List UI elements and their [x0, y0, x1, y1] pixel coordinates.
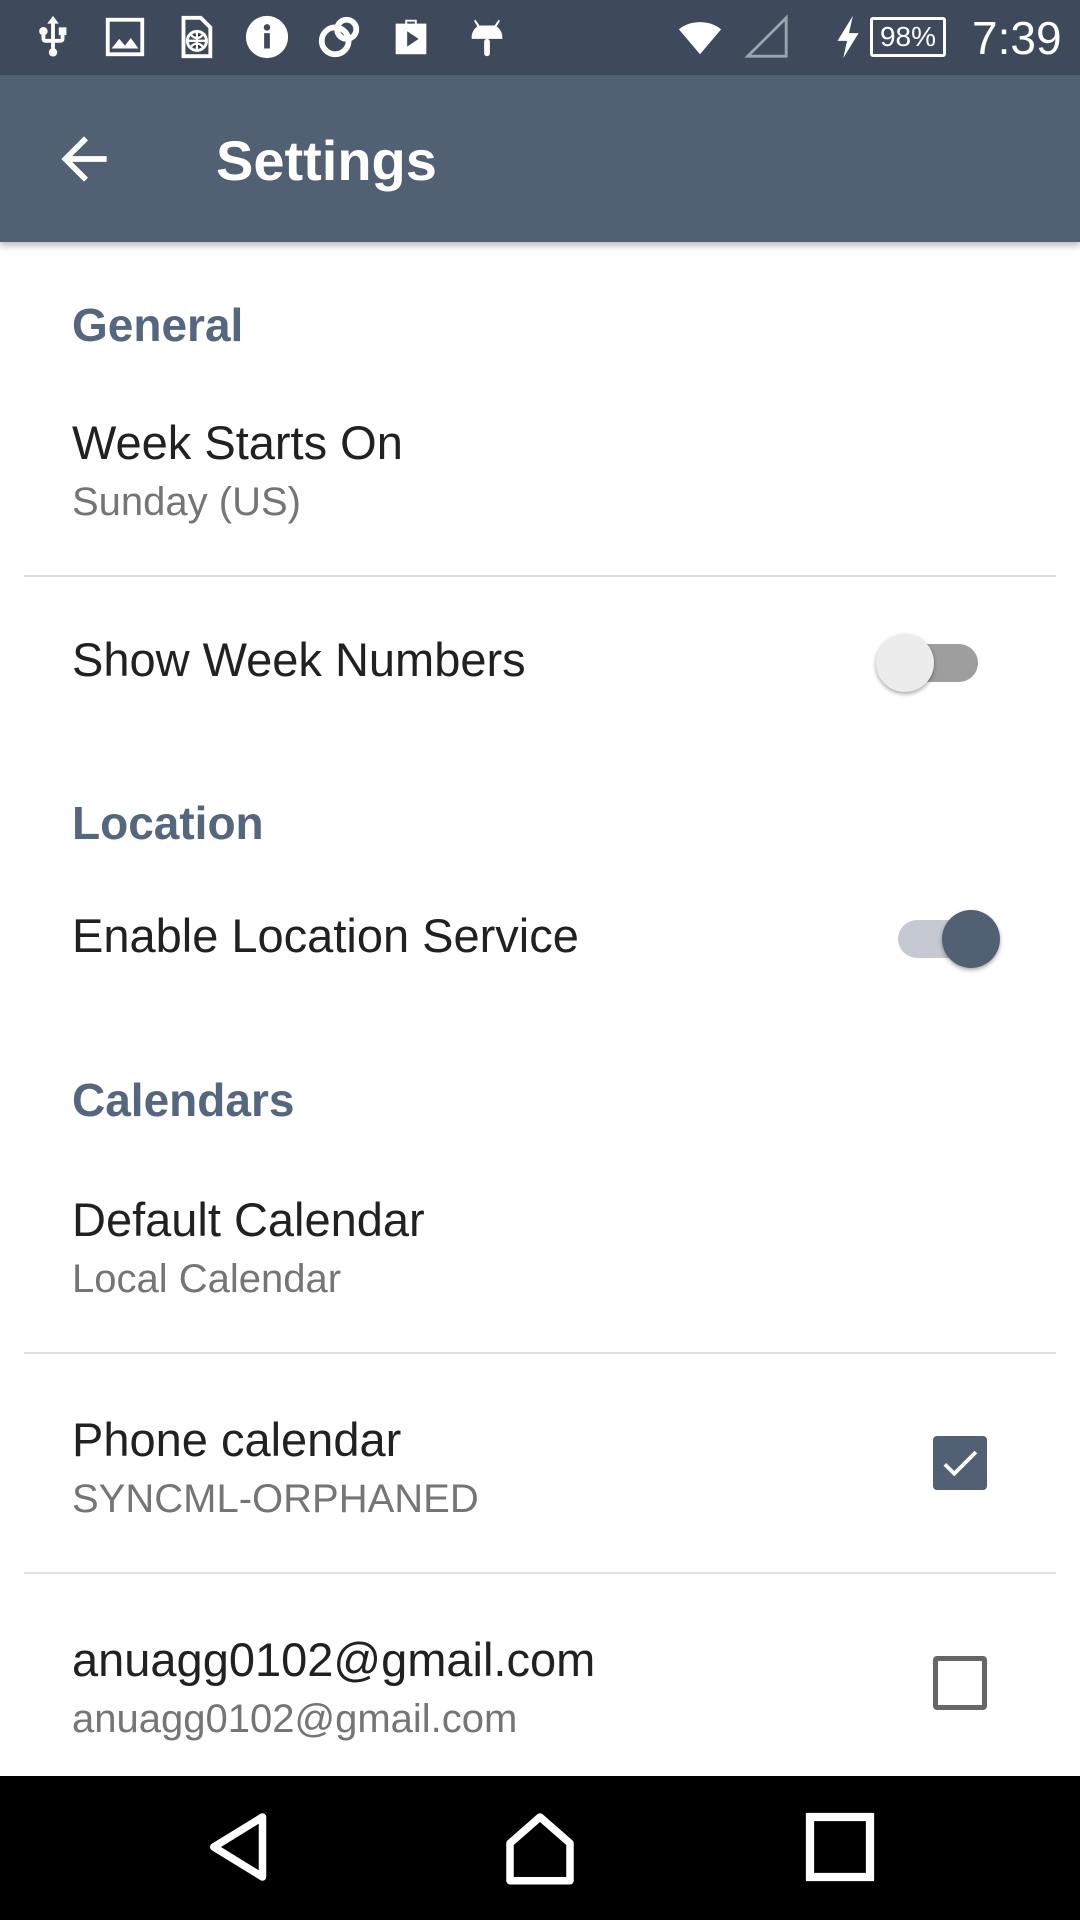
pref-title: anuagg0102@gmail.com [72, 1633, 596, 1686]
nav-back-icon[interactable] [190, 1802, 290, 1892]
switch-thumb [942, 910, 1000, 968]
pref-summary: anuagg0102@gmail.com [72, 1697, 518, 1741]
wifi-icon [678, 22, 722, 55]
pref-gmail-calendar[interactable]: anuagg0102@gmail.com anuagg0102@gmail.co… [0, 1612, 1080, 1772]
divider [24, 575, 1056, 577]
page-title: Settings [216, 129, 437, 192]
charging-icon [837, 15, 859, 59]
pref-title: Week Starts On [72, 416, 403, 469]
battery-icon: 98% [870, 17, 946, 57]
usb-icon [39, 15, 67, 57]
enable-location-switch[interactable] [890, 900, 1000, 970]
pref-summary: Local Calendar [72, 1257, 342, 1301]
sync-icon [318, 16, 360, 58]
android-icon [471, 19, 503, 57]
pref-title: Show Week Numbers [72, 633, 526, 686]
switch-thumb [876, 634, 934, 692]
section-header-general: General [72, 299, 244, 351]
pref-summary: SYNCML-ORPHANED [72, 1477, 479, 1521]
divider [24, 1572, 1056, 1574]
pref-default-calendar[interactable]: Default Calendar Local Calendar [0, 1172, 1080, 1352]
pref-title: Phone calendar [72, 1413, 402, 1466]
nav-home-icon[interactable] [490, 1802, 590, 1892]
app-bar: Settings [0, 75, 1080, 242]
pref-show-week-numbers[interactable]: Show Week Numbers [0, 600, 1080, 720]
battery-level: 98% [879, 21, 937, 52]
sim-globe-icon [181, 15, 213, 59]
pref-enable-location-service[interactable]: Enable Location Service [0, 876, 1080, 996]
show-week-numbers-switch[interactable] [876, 624, 986, 694]
pref-phone-calendar[interactable]: Phone calendar SYNCML-ORPHANED [0, 1392, 1080, 1572]
navigation-bar [0, 1776, 1080, 1920]
section-header-calendars: Calendars [72, 1074, 295, 1126]
divider [24, 1352, 1056, 1354]
pref-title: Default Calendar [72, 1193, 425, 1246]
section-header-location: Location [72, 797, 264, 849]
briefcase-play-icon [395, 19, 427, 55]
info-icon [245, 15, 289, 59]
gmail-calendar-checkbox[interactable] [933, 1656, 987, 1710]
arrow-back-icon[interactable] [50, 125, 118, 193]
phone-calendar-checkbox[interactable] [933, 1436, 987, 1490]
signal-icon [744, 14, 788, 58]
nav-recents-icon[interactable] [790, 1802, 890, 1892]
image-icon [105, 17, 145, 57]
status-bar: 98% 7:39 [0, 0, 1080, 75]
clock: 7:39 [972, 12, 1062, 64]
pref-title: Enable Location Service [72, 909, 579, 962]
pref-week-starts-on[interactable]: Week Starts On Sunday (US) [0, 395, 1080, 575]
check-icon [943, 1450, 978, 1477]
pref-summary: Sunday (US) [72, 480, 301, 524]
